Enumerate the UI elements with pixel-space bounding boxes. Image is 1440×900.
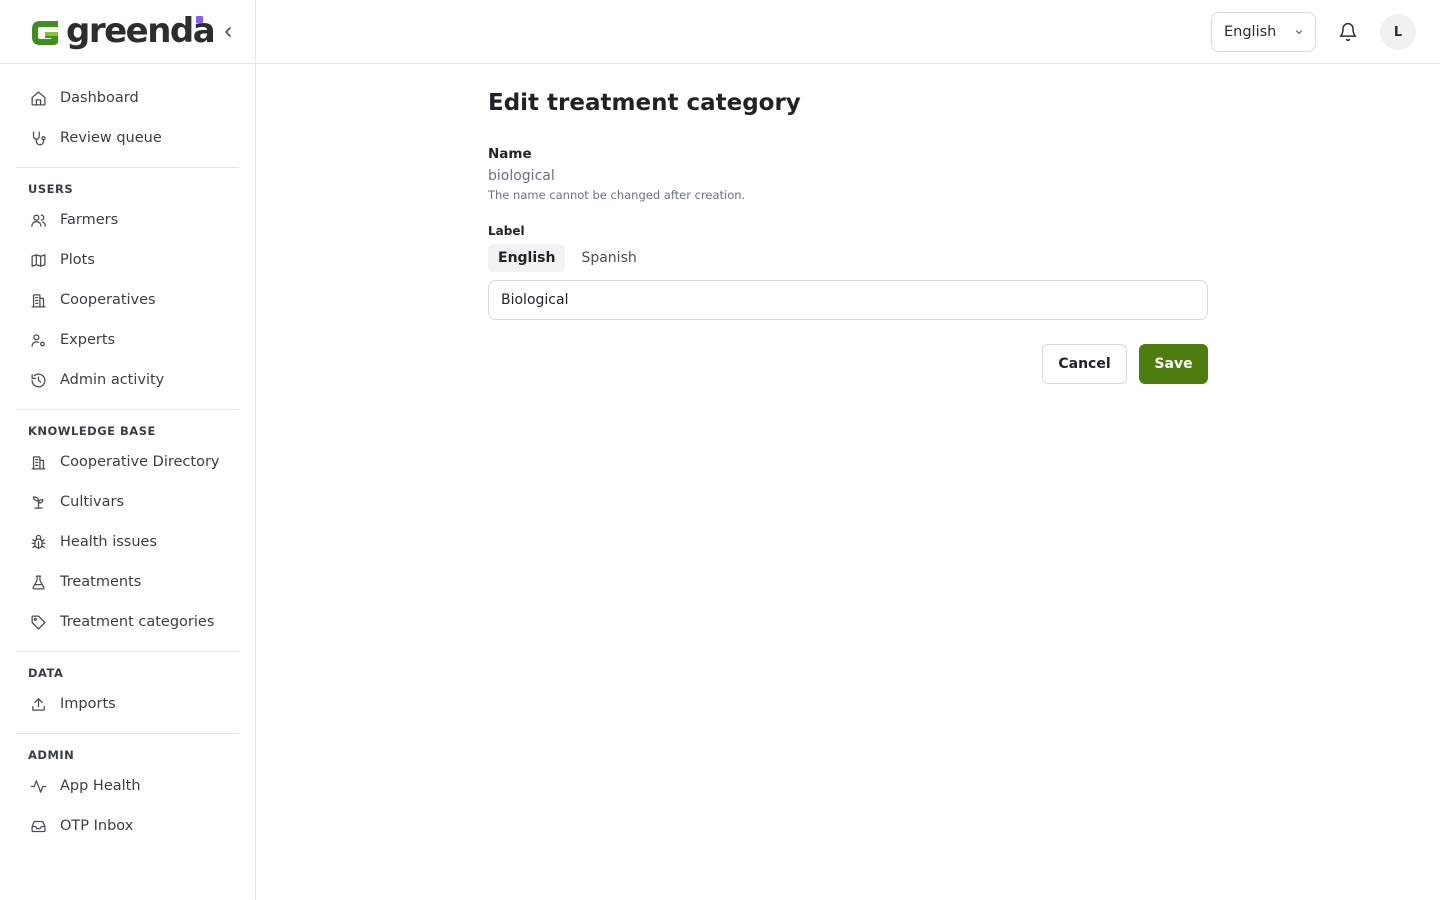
bell-icon [1339,22,1357,42]
nav-admin: App Health OTP Inbox [0,766,255,846]
sidebar-item-experts[interactable]: Experts [16,320,239,360]
upload-icon [28,694,48,714]
chevron-down-icon [1295,30,1303,35]
logo-mark-icon [32,20,58,45]
user-avatar[interactable]: L [1380,14,1416,50]
nav-data: Imports [0,684,255,724]
sidebar-item-label: Health issues [60,534,158,550]
name-help-text: The name cannot be changed after creatio… [488,188,746,202]
tab-english[interactable]: English [488,244,566,272]
save-button[interactable]: Save [1139,344,1208,384]
sidebar-item-imports[interactable]: Imports [16,684,239,724]
sidebar-item-label: Treatment categories [60,614,215,630]
page-title: Edit treatment category [488,90,801,116]
sidebar-item-label: Cultivars [60,494,125,510]
flask-icon [28,572,48,592]
sidebar-item-treatment-categories[interactable]: Treatment categories [16,602,239,642]
cancel-button[interactable]: Cancel [1042,344,1127,384]
section-title-users: USERS [28,182,74,196]
sidebar-item-farmers[interactable]: Farmers [16,200,239,240]
section-title-admin: ADMIN [28,748,75,762]
sidebar-item-label: App Health [60,778,141,794]
sidebar-item-cooperatives[interactable]: Cooperatives [16,280,239,320]
sidebar-item-otp-inbox[interactable]: OTP Inbox [16,806,239,846]
sidebar-item-plots[interactable]: Plots [16,240,239,280]
app-root: greenda Dashboard Review queue USERS Far… [0,0,1440,900]
logo[interactable]: greenda [28,10,216,51]
home-icon [28,88,48,108]
sidebar-item-review-queue[interactable]: Review queue [16,118,239,158]
sidebar-item-treatments[interactable]: Treatments [16,562,239,602]
section-title-knowledge-base: KNOWLEDGE BASE [28,424,156,438]
map-icon [28,250,48,270]
label-field-label: Label [488,224,525,238]
chevron-left-icon [225,27,231,37]
label-input[interactable] [488,280,1208,320]
user-cog-icon [28,330,48,350]
sidebar-item-cooperative-directory[interactable]: Cooperative Directory [16,442,239,482]
users-icon [28,210,48,230]
stethoscope-icon [28,128,48,148]
sidebar-item-label: Cooperative Directory [60,454,220,470]
notifications-button[interactable] [1336,20,1360,44]
section-title-data: DATA [28,666,64,680]
name-field-value: biological [488,168,555,184]
building-icon [28,290,48,310]
logo-wordmark: greenda [66,10,216,51]
sidebar-item-label: Farmers [60,212,119,228]
sidebar-item-dashboard[interactable]: Dashboard [16,78,239,118]
nav-users: Farmers Plots Cooperatives Experts Admin… [0,200,255,400]
sidebar-item-label: OTP Inbox [60,818,134,834]
sidebar-item-label: Admin activity [60,372,165,388]
top-bar: English L [256,0,1440,64]
history-icon [28,370,48,390]
sidebar-item-cultivars[interactable]: Cultivars [16,482,239,522]
nav-main: Dashboard Review queue [0,64,255,158]
sidebar-item-label: Imports [60,696,116,712]
name-field-label: Name [488,146,532,162]
activity-icon [28,776,48,796]
sidebar-item-app-health[interactable]: App Health [16,766,239,806]
tab-spanish[interactable]: Spanish [571,244,646,272]
logo-accent-dot [196,16,203,23]
bug-icon [28,532,48,552]
collapse-sidebar-button[interactable] [218,22,238,42]
inbox-icon [28,816,48,836]
form-actions: Cancel Save [488,344,1208,384]
sidebar-item-label: Cooperatives [60,292,156,308]
sidebar-item-admin-activity[interactable]: Admin activity [16,360,239,400]
sidebar-item-label: Experts [60,332,116,348]
sidebar: greenda Dashboard Review queue USERS Far… [0,0,256,900]
language-select[interactable]: English [1211,12,1316,52]
nav-knowledge-base: Cooperative Directory Cultivars Health i… [0,442,255,642]
sidebar-item-label: Dashboard [60,90,139,106]
brand-bar: greenda [0,0,255,64]
tag-icon [28,612,48,632]
building-icon [28,452,48,472]
sprout-icon [28,492,48,512]
sidebar-item-health-issues[interactable]: Health issues [16,522,239,562]
edit-form: Edit treatment category Name biological … [488,64,1208,384]
sidebar-item-label: Review queue [60,130,162,146]
sidebar-item-label: Treatments [60,574,142,590]
sidebar-item-label: Plots [60,252,95,268]
language-select-value: English [1224,24,1277,40]
language-tabs: English Spanish [488,244,1208,272]
